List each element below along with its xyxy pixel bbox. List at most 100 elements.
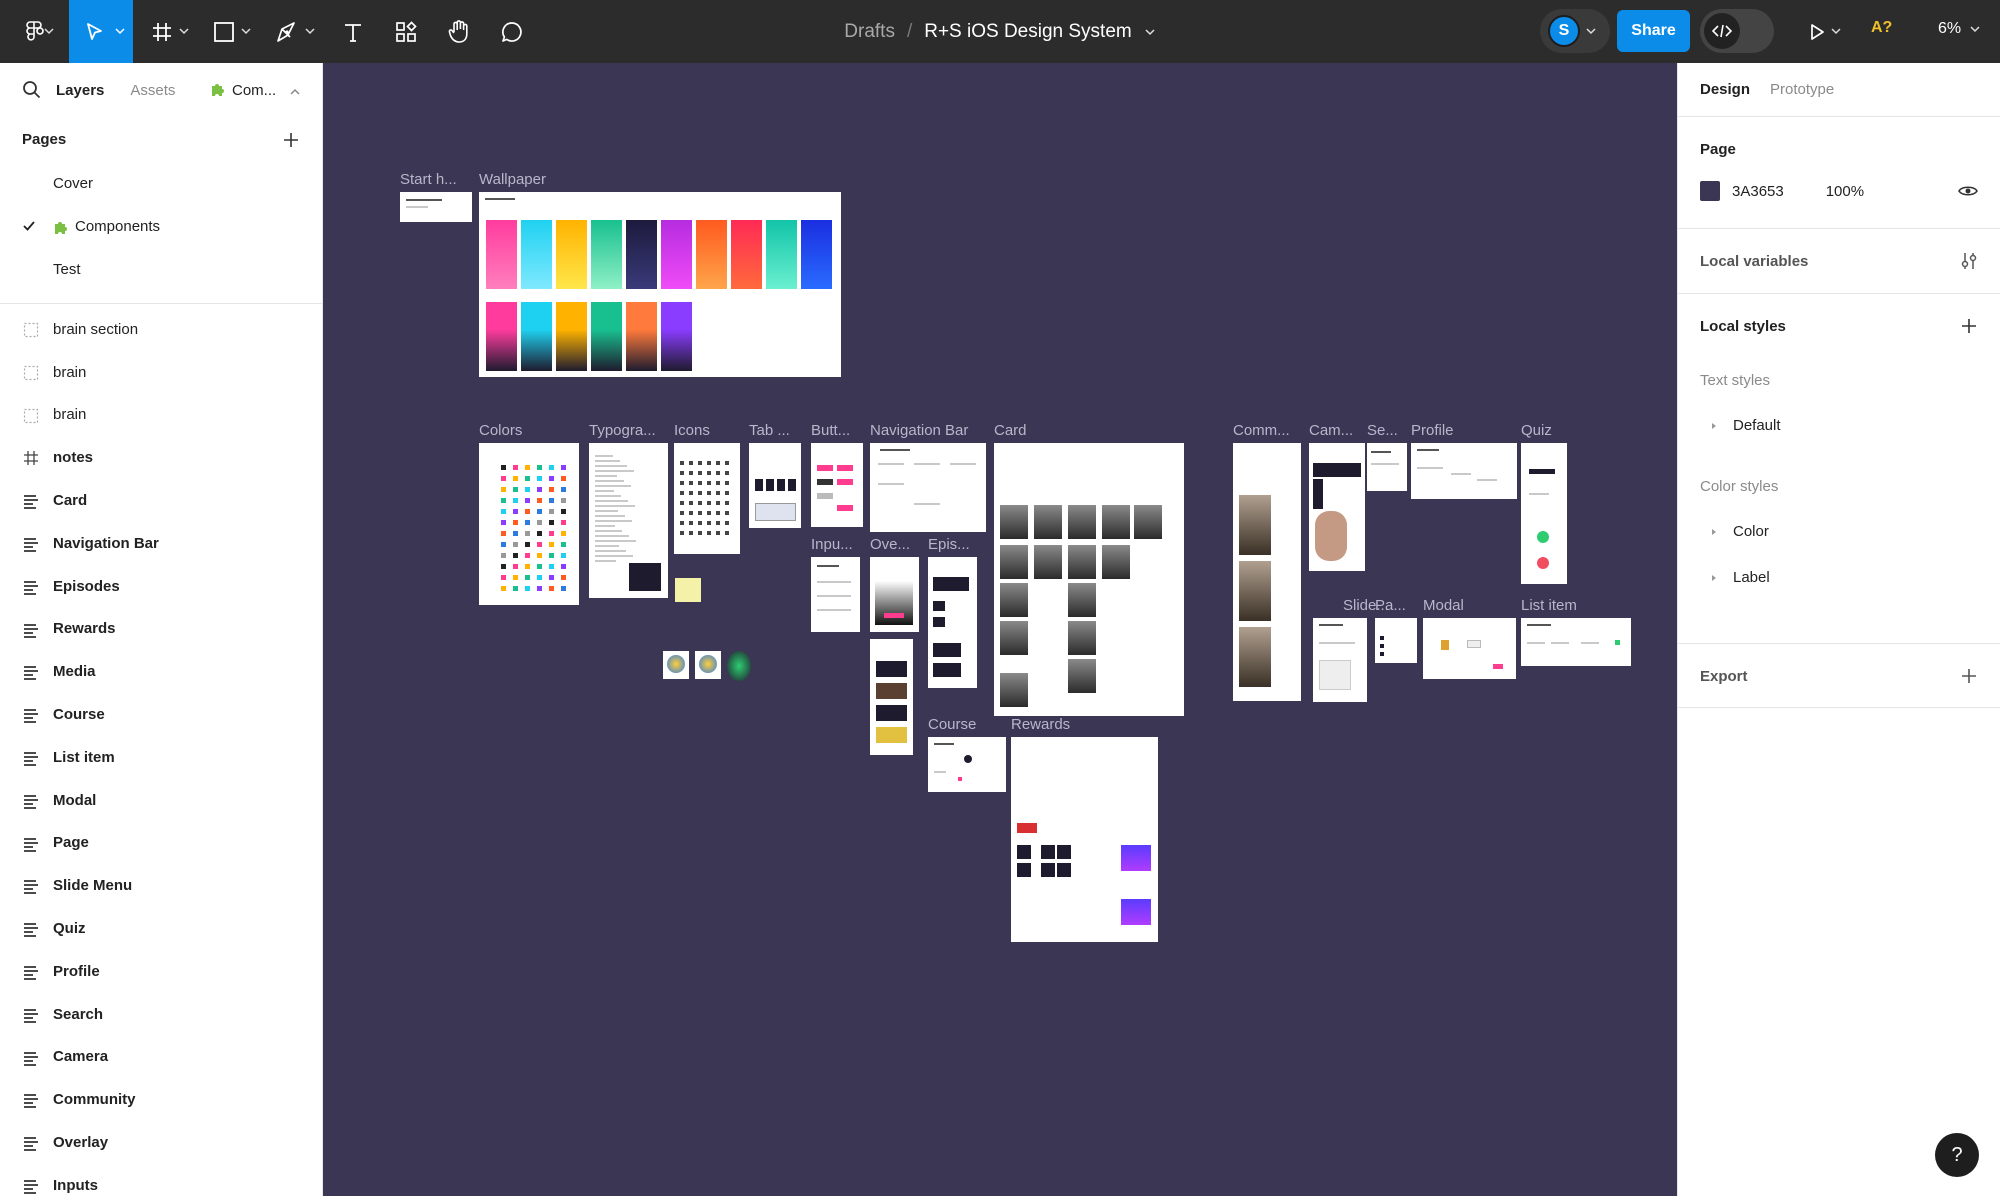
layer-item[interactable]: Community: [0, 1078, 322, 1121]
export-section[interactable]: Export: [1678, 644, 2000, 708]
frame-label-icons[interactable]: Icons: [674, 422, 710, 439]
wallpaper-pattern[interactable]: [556, 302, 587, 371]
pen-tool-button[interactable]: [267, 0, 321, 63]
frame-label-camera[interactable]: Cam...: [1309, 422, 1353, 439]
design-canvas[interactable]: Start h... Wallpaper Colors Typogra... I…: [323, 63, 1677, 1196]
frame-label-start[interactable]: Start h...: [400, 171, 457, 188]
frame-label-inputs[interactable]: Inpu...: [811, 536, 853, 553]
frame-course[interactable]: [928, 737, 1006, 792]
wallpaper-swatch[interactable]: [626, 220, 657, 289]
move-tool-button[interactable]: [69, 0, 133, 63]
layer-item[interactable]: Rewards: [0, 608, 322, 651]
page-item[interactable]: Cover: [0, 162, 322, 205]
add-style-icon[interactable]: [1960, 317, 1978, 335]
frame-camera[interactable]: [1309, 443, 1365, 571]
drafts-link[interactable]: Drafts: [844, 21, 895, 43]
wallpaper-pattern[interactable]: [486, 302, 517, 371]
frame-quiz[interactable]: [1521, 443, 1567, 584]
style-item[interactable]: Default: [1678, 402, 2000, 448]
wallpaper-pattern[interactable]: [521, 302, 552, 371]
frame-navigation-bar[interactable]: [870, 443, 986, 532]
current-page-selector[interactable]: Com...: [210, 81, 276, 99]
layer-item[interactable]: Quiz: [0, 907, 322, 950]
layer-item[interactable]: Search: [0, 993, 322, 1036]
local-variables-title[interactable]: Local variables: [1678, 229, 2000, 293]
page-item[interactable]: Test: [0, 248, 322, 291]
dev-mode-toggle[interactable]: [1700, 9, 1774, 53]
chevron-up-icon[interactable]: [290, 88, 300, 96]
wallpaper-swatch[interactable]: [731, 220, 762, 289]
frame-icons[interactable]: [674, 443, 740, 554]
layer-item[interactable]: Page: [0, 822, 322, 865]
export-title[interactable]: Export: [1678, 644, 2000, 708]
chevron-down-icon[interactable]: [1144, 28, 1156, 36]
frame-list-item[interactable]: [1521, 618, 1631, 666]
frame-card[interactable]: [994, 443, 1184, 716]
wallpaper-swatch[interactable]: [591, 220, 622, 289]
tab-prototype[interactable]: Prototype: [1770, 81, 1834, 98]
sticky-note[interactable]: [675, 578, 701, 602]
frame-label-colors[interactable]: Colors: [479, 422, 522, 439]
frame-label-rewards[interactable]: Rewards: [1011, 716, 1070, 733]
frame-colors[interactable]: [479, 443, 579, 605]
layer-item[interactable]: brain: [0, 394, 322, 437]
frame-label-listitem[interactable]: List item: [1521, 597, 1577, 614]
zoom-menu[interactable]: 6%: [1938, 20, 1980, 38]
frame-start-here[interactable]: [400, 192, 472, 222]
wallpaper-pattern[interactable]: [626, 302, 657, 371]
frame-label-course[interactable]: Course: [928, 716, 976, 733]
page-color-hex[interactable]: 3A3653: [1732, 183, 1784, 200]
help-button[interactable]: ?: [1935, 1133, 1979, 1177]
wallpaper-swatch[interactable]: [486, 220, 517, 289]
frame-search[interactable]: [1367, 443, 1407, 491]
layer-item[interactable]: Card: [0, 479, 322, 522]
wallpaper-swatch[interactable]: [521, 220, 552, 289]
comment-tool-button[interactable]: [490, 0, 534, 63]
frame-typography[interactable]: [589, 443, 668, 598]
layer-item[interactable]: Slide Menu: [0, 864, 322, 907]
layer-item[interactable]: brain section: [0, 308, 322, 351]
wallpaper-pattern[interactable]: [661, 302, 692, 371]
layer-item[interactable]: Navigation Bar: [0, 522, 322, 565]
wallpaper-swatch[interactable]: [556, 220, 587, 289]
layer-item[interactable]: Camera: [0, 1036, 322, 1079]
layer-item[interactable]: Profile: [0, 950, 322, 993]
page-item[interactable]: Components: [0, 205, 322, 248]
style-item[interactable]: Label: [1678, 554, 2000, 600]
frame-label-profile[interactable]: Profile: [1411, 422, 1454, 439]
brain-thumbnail-1[interactable]: [663, 651, 689, 679]
frame-slide-menu[interactable]: [1313, 618, 1367, 702]
frame-label-overlay[interactable]: Ove...: [870, 536, 910, 553]
frame-profile[interactable]: [1411, 443, 1517, 499]
layer-item[interactable]: Course: [0, 693, 322, 736]
brain-thumbnail-2[interactable]: [695, 651, 721, 679]
avatar[interactable]: S: [1548, 15, 1580, 47]
ai-button[interactable]: A?: [1871, 19, 1892, 37]
wallpaper-swatch[interactable]: [661, 220, 692, 289]
layer-item[interactable]: Inputs: [0, 1164, 322, 1196]
layer-item[interactable]: Modal: [0, 779, 322, 822]
frame-label-card[interactable]: Card: [994, 422, 1027, 439]
frame-label-community[interactable]: Comm...: [1233, 422, 1290, 439]
frame-buttons[interactable]: [811, 443, 863, 527]
frame-inputs[interactable]: [811, 557, 860, 632]
tab-assets[interactable]: Assets: [130, 82, 175, 99]
shape-tool-button[interactable]: [205, 0, 257, 63]
frame-tool-button[interactable]: [143, 0, 195, 63]
frame-page[interactable]: [1375, 618, 1417, 663]
local-variables-section[interactable]: Local variables: [1678, 229, 2000, 294]
wallpaper-swatch[interactable]: [766, 220, 797, 289]
page-fill-row[interactable]: 3A3653 100%: [1700, 181, 1864, 201]
add-export-icon[interactable]: [1960, 667, 1978, 685]
layer-item[interactable]: notes: [0, 436, 322, 479]
page-color-swatch[interactable]: [1700, 181, 1720, 201]
wallpaper-swatch[interactable]: [696, 220, 727, 289]
frame-label-tab[interactable]: Tab ...: [749, 422, 790, 439]
frame-label-page[interactable]: Pa...: [1375, 597, 1406, 614]
layer-item[interactable]: Media: [0, 650, 322, 693]
brain-section-thumbnail[interactable]: [727, 651, 751, 681]
text-tool-button[interactable]: [331, 0, 375, 63]
wallpaper-swatch[interactable]: [801, 220, 832, 289]
resources-tool-button[interactable]: [384, 0, 428, 63]
layer-item[interactable]: brain: [0, 351, 322, 394]
